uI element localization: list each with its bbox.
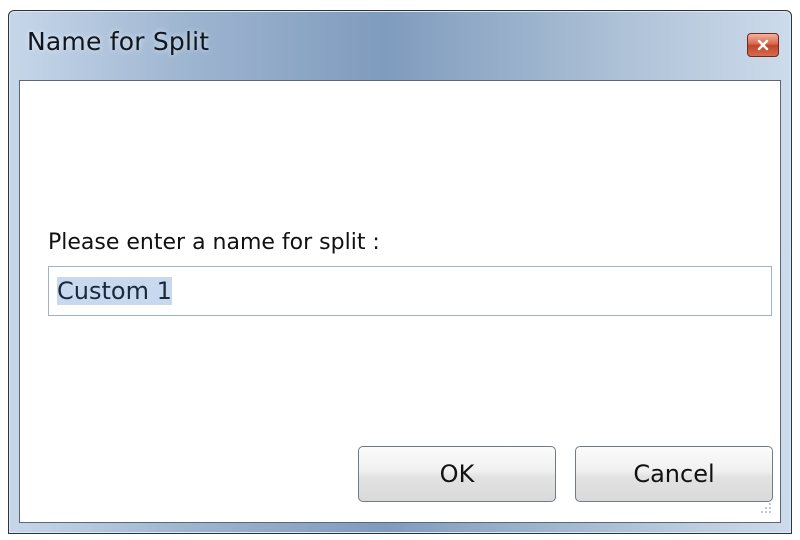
close-button[interactable] (747, 33, 779, 57)
ok-button[interactable]: OK (358, 446, 556, 502)
window-title: Name for Split (27, 27, 210, 56)
dialog-client-area: Please enter a name for split : OK Cance… (19, 80, 781, 523)
dialog-buttons: OK Cancel (20, 446, 780, 506)
dialog-window: Name for Split Please enter a name for s… (8, 10, 792, 534)
split-name-input[interactable] (48, 266, 772, 316)
title-bar[interactable]: Name for Split (9, 11, 791, 81)
close-icon (757, 39, 769, 51)
cancel-button[interactable]: Cancel (575, 446, 773, 502)
split-name-label: Please enter a name for split : (48, 230, 380, 255)
resize-grip-icon[interactable] (756, 498, 774, 516)
